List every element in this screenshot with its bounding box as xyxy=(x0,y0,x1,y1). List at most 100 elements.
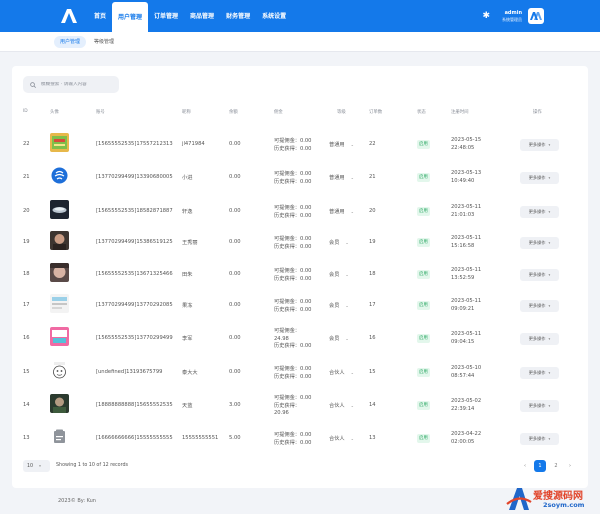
user-balance: 5.00 xyxy=(229,435,241,441)
level-select[interactable]: 合伙人 ⌄ xyxy=(329,402,354,409)
user-id: 13 xyxy=(23,435,30,441)
nav-finance-management[interactable]: 财务管理 xyxy=(220,0,256,32)
top-navbar: 首页 用户管理 订单管理 商品管理 财务管理 系统设置 ✱ admin 系统管理… xyxy=(0,0,600,32)
more-actions-button[interactable]: 更多操作 ▾ xyxy=(520,269,559,281)
user-avatar-thumbnail[interactable] xyxy=(50,427,69,446)
level-select[interactable]: 普通用 ⌄ xyxy=(329,174,354,181)
created-time: 2023-05-11 09:09:21 xyxy=(451,297,481,313)
status-badge[interactable]: 启用 xyxy=(417,368,430,377)
user-avatar-thumbnail[interactable] xyxy=(50,166,69,185)
more-actions-button[interactable]: 更多操作 ▾ xyxy=(520,300,559,312)
user-avatar-thumbnail[interactable] xyxy=(50,294,69,313)
header-action: 操作 xyxy=(533,110,542,115)
more-actions-button[interactable]: 更多操作 ▾ xyxy=(520,400,559,412)
created-time: 2023-05-11 13:52:59 xyxy=(451,266,481,282)
status-badge[interactable]: 启用 xyxy=(417,238,430,247)
user-avatar-thumbnail[interactable] xyxy=(50,327,69,346)
more-actions-button[interactable]: 更多操作 ▾ xyxy=(520,433,559,445)
search-input[interactable] xyxy=(41,82,119,87)
more-actions-button[interactable]: 更多操作 ▾ xyxy=(520,237,559,249)
order-count: 18 xyxy=(369,271,376,277)
theme-toggle-icon[interactable]: ✱ xyxy=(482,9,490,23)
chevron-down-icon: ▾ xyxy=(548,143,551,147)
status-badge[interactable]: 启用 xyxy=(417,334,430,343)
history-commission: 历史获得：0.00 xyxy=(274,213,312,219)
level-value: 普通用 xyxy=(329,142,345,148)
user-info[interactable]: admin 系统管理员 xyxy=(502,10,522,23)
commission-cell: 可提佣金：0.00 历史获得：0.00 xyxy=(274,137,312,153)
user-avatar-thumbnail[interactable] xyxy=(50,394,69,413)
chevron-down-icon: ⌄ xyxy=(350,175,354,180)
page-2-button[interactable]: 2 xyxy=(551,460,561,472)
chevron-down-icon: ⌄ xyxy=(345,336,349,341)
user-avatar-thumbnail[interactable] xyxy=(50,263,69,282)
user-avatar-thumbnail[interactable] xyxy=(50,133,69,152)
user-avatar-thumbnail[interactable] xyxy=(50,361,69,380)
nav-home[interactable]: 首页 xyxy=(88,0,112,32)
more-actions-button[interactable]: 更多操作 ▾ xyxy=(520,333,559,345)
more-actions-label: 更多操作 xyxy=(528,436,546,441)
withdrawable-commission: 可提佣金：0.00 xyxy=(274,171,312,177)
user-account: [13770299499]13770292085 xyxy=(96,302,173,308)
avatar-logo-icon xyxy=(530,12,542,20)
user-account: [18888888888]15655552535 xyxy=(96,402,173,408)
level-select[interactable]: 普通用 ⌄ xyxy=(329,141,354,148)
created-clock: 22:48:05 xyxy=(451,145,475,151)
nav-order-management[interactable]: 订单管理 xyxy=(148,0,184,32)
level-select[interactable]: 合伙人 ⌄ xyxy=(329,435,354,442)
nav-product-management[interactable]: 商品管理 xyxy=(184,0,220,32)
created-date: 2023-05-13 xyxy=(451,170,482,176)
header-level: 等级 xyxy=(337,110,346,115)
status-badge[interactable]: 启用 xyxy=(417,401,430,410)
nav-system-settings[interactable]: 系统设置 xyxy=(256,0,292,32)
withdrawable-commission: 可提佣金：0.00 xyxy=(274,138,312,144)
more-actions-button[interactable]: 更多操作 ▾ xyxy=(520,139,559,151)
user-table-card: ID 头像 账号 昵称 余额 佣金 等级 订单数 状态 注册时间 操作 22 [… xyxy=(12,66,588,488)
user-id: 14 xyxy=(23,402,30,408)
chevron-down-icon: ▾ xyxy=(548,176,551,180)
more-actions-button[interactable]: 更多操作 ▾ xyxy=(520,206,559,218)
logo-icon[interactable] xyxy=(58,8,80,24)
level-select[interactable]: 普通用 ⌄ xyxy=(329,208,354,215)
search-box[interactable] xyxy=(23,76,119,93)
tab-level-management[interactable]: 等级管理 xyxy=(88,36,120,48)
history-commission-value: 20.96 xyxy=(274,410,289,416)
user-balance: 0.00 xyxy=(229,208,241,214)
more-actions-button[interactable]: 更多操作 ▾ xyxy=(520,367,559,379)
page-size-select[interactable]: 10 ▾ xyxy=(23,460,50,472)
level-select[interactable]: 合伙人 ⌄ xyxy=(329,369,354,376)
user-account: [15655552535]18582871887 xyxy=(96,208,173,214)
more-actions-button[interactable]: 更多操作 ▾ xyxy=(520,172,559,184)
user-balance: 0.00 xyxy=(229,369,241,375)
page-1-button[interactable]: 1 xyxy=(534,460,546,472)
status-badge[interactable]: 启用 xyxy=(417,173,430,182)
user-id: 17 xyxy=(23,302,30,308)
level-select[interactable]: 会员 ⌄ xyxy=(329,239,349,246)
user-nickname: 果冻 xyxy=(182,303,193,309)
status-badge[interactable]: 启用 xyxy=(417,270,430,279)
user-avatar-thumbnail[interactable] xyxy=(50,231,69,250)
status-badge[interactable]: 启用 xyxy=(417,434,430,443)
level-select[interactable]: 会员 ⌄ xyxy=(329,302,349,309)
status-badge[interactable]: 启用 xyxy=(417,207,430,216)
next-page-button[interactable]: › xyxy=(565,460,575,472)
user-id: 20 xyxy=(23,208,30,214)
prev-page-button[interactable]: ‹ xyxy=(520,460,530,472)
commission-cell: 可提佣金：0.00 历史获得：0.00 xyxy=(274,204,312,220)
history-commission: 历史获得：0.00 xyxy=(274,179,312,185)
created-clock: 08:57:44 xyxy=(451,373,475,379)
user-avatar-thumbnail[interactable] xyxy=(50,200,69,219)
created-date: 2023-05-11 xyxy=(451,331,482,337)
order-count: 15 xyxy=(369,369,376,375)
level-select[interactable]: 会员 ⌄ xyxy=(329,271,349,278)
avatar[interactable] xyxy=(528,8,544,24)
user-balance: 0.00 xyxy=(229,271,241,277)
status-badge[interactable]: 启用 xyxy=(417,140,430,149)
level-select[interactable]: 会员 ⌄ xyxy=(329,335,349,342)
user-balance: 3.00 xyxy=(229,402,241,408)
tab-user-management[interactable]: 用户管理 xyxy=(54,36,87,48)
status-badge[interactable]: 启用 xyxy=(417,301,430,310)
nav-user-management[interactable]: 用户管理 xyxy=(112,2,149,32)
user-nickname: 泰大大 xyxy=(182,370,198,376)
chevron-down-icon: ▾ xyxy=(548,273,551,277)
